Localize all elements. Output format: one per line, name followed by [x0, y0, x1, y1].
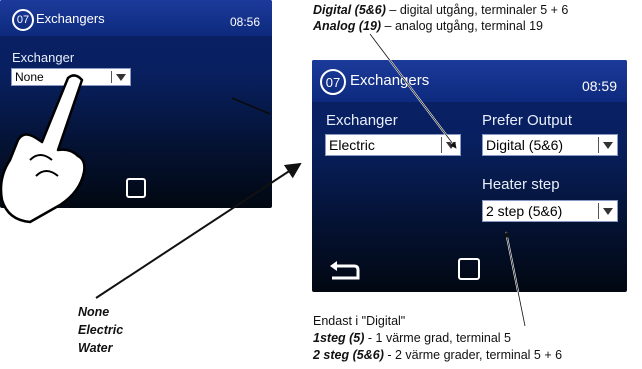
hand-pointer-icon — [0, 74, 86, 224]
annotation-overlay — [0, 33, 526, 327]
arrow-left-to-right — [231, 97, 271, 115]
arrow-options — [95, 162, 302, 299]
